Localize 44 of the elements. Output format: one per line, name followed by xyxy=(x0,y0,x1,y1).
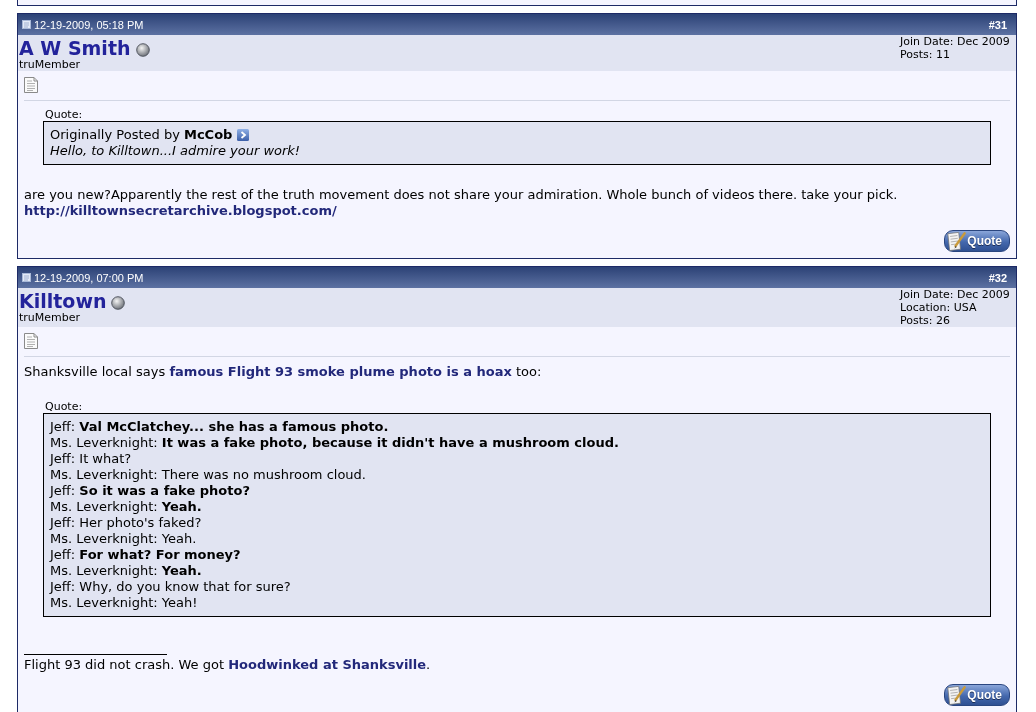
quote-attribution: Originally Posted by McCob xyxy=(50,127,233,143)
post-number-link[interactable]: #31 xyxy=(988,18,1007,31)
user-info-text: Join Date: Dec 2009 xyxy=(900,35,1011,48)
post-text: Shanksville local says famous Flight 93 smoke plume photo is a hoax too: xyxy=(24,364,543,380)
quote-line: Jeff: Why, do you know that for sure? xyxy=(50,579,292,595)
signature-link[interactable]: Hoodwinked at Shanksville xyxy=(228,657,427,672)
post-text: are you new?Apparently the rest of the truth movement does not share your admiration. Whole bunch of videos there. take your pick. http://killtownsecretarchive.blogspot.com/ xyxy=(24,187,899,219)
username-link[interactable]: A W Smith xyxy=(19,37,131,59)
user-info-text: Join Date: Dec 2009 xyxy=(900,288,1011,301)
user-info-text: Location: USA xyxy=(900,301,978,314)
page-icon xyxy=(22,20,31,29)
quote-line: Ms. Leverknight: There was no mushroom cloud. xyxy=(50,467,367,483)
quote-line: Jeff: So it was a fake photo? xyxy=(50,483,251,499)
post-date: 12-19-2009, 05:18 PM xyxy=(34,18,144,31)
document-icon xyxy=(24,333,38,349)
quote-label: Quote: xyxy=(45,400,83,413)
user-rank: truMember xyxy=(19,59,82,71)
post-number-link[interactable]: #32 xyxy=(988,271,1007,284)
text-link[interactable]: famous Flight 93 smoke plume photo is a hoax xyxy=(169,364,512,379)
user-info-text: Posts: 11 xyxy=(900,48,951,61)
page-icon xyxy=(22,273,31,282)
quote-line: Ms. Leverknight: Yeah. xyxy=(50,531,198,547)
quote-label: Quote: xyxy=(45,108,83,121)
quote-button[interactable]: Quote xyxy=(944,684,1010,706)
quote-line: Ms. Leverknight: It was a fake photo, because it didn't have a mushroom cloud. xyxy=(50,435,620,451)
quote-line: Jeff: For what? For money? xyxy=(50,547,242,563)
quote-line: Ms. Leverknight: Yeah. xyxy=(50,563,203,579)
text-link[interactable]: http://killtownsecretarchive.blogspot.com/ xyxy=(24,203,337,218)
quote-line: Jeff: Her photo's faked? xyxy=(50,515,203,531)
quote-line: Jeff: Val McClatchey... she has a famous photo. xyxy=(50,419,390,435)
notepad-pen-icon xyxy=(946,685,967,705)
quote-button[interactable]: Quote xyxy=(944,230,1010,252)
signature-text: Flight 93 did not crash. We got Hoodwinked at Shanksville. xyxy=(24,657,432,673)
quote-line: Ms. Leverknight: Yeah. xyxy=(50,499,203,515)
quote-line: Ms. Leverknight: Yeah! xyxy=(50,595,199,611)
chevron-icon[interactable] xyxy=(237,129,250,141)
quote-line: Jeff: It what? xyxy=(50,451,133,467)
notepad-pen-icon xyxy=(946,231,967,251)
user-rank: truMember xyxy=(19,312,82,324)
quote-message: Hello, to Killtown...I admire your work! xyxy=(50,143,302,159)
user-info-text: Posts: 26 xyxy=(900,314,951,327)
document-icon xyxy=(24,77,38,93)
username-link[interactable]: Killtown xyxy=(19,290,107,312)
post-date: 12-19-2009, 07:00 PM xyxy=(34,271,144,284)
